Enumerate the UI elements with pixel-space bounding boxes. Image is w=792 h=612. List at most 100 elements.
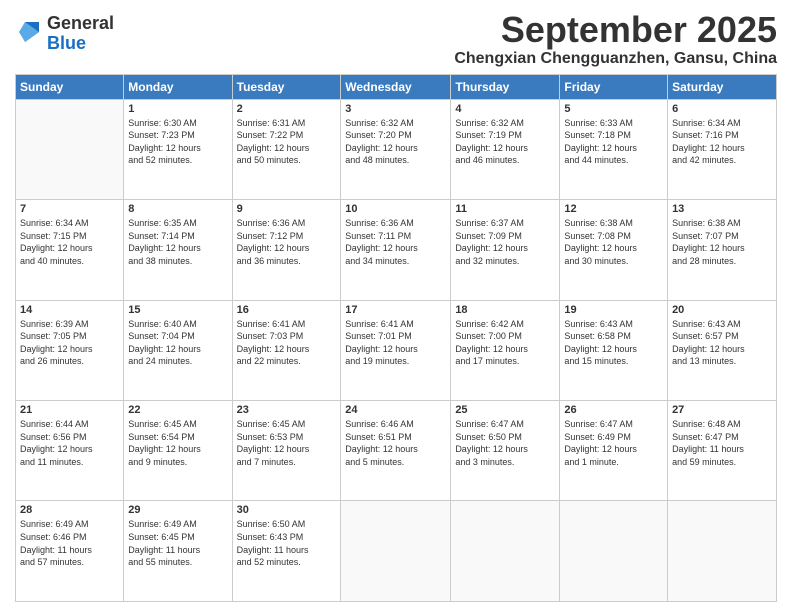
- day-info: Sunrise: 6:42 AM Sunset: 7:00 PM Dayligh…: [455, 318, 555, 368]
- calendar-cell: 26 Sunrise: 6:47 AM Sunset: 6:49 PM Dayli…: [560, 401, 668, 501]
- calendar-cell: 22 Sunrise: 6:45 AM Sunset: 6:54 PM Dayli…: [124, 401, 232, 501]
- logo-general: General: [47, 13, 114, 33]
- calendar-cell: 21Sunrise: 6:44 AM Sunset: 6:56 PM Dayli…: [16, 401, 124, 501]
- calendar-week-0: 1Sunrise: 6:30 AM Sunset: 7:23 PM Daylig…: [16, 99, 777, 199]
- day-info: Sunrise: 6:49 AM Sunset: 6:46 PM Dayligh…: [20, 518, 119, 568]
- calendar-cell: 23Sunrise: 6:45 AM Sunset: 6:53 PM Dayli…: [232, 401, 341, 501]
- day-info: Sunrise: 6:32 AM Sunset: 7:19 PM Dayligh…: [455, 117, 555, 167]
- logo-text: General Blue: [47, 14, 114, 54]
- calendar-week-4: 28 Sunrise: 6:49 AM Sunset: 6:46 PM Dayli…: [16, 501, 777, 602]
- calendar-cell: 25 Sunrise: 6:47 AM Sunset: 6:50 PM Dayli…: [451, 401, 560, 501]
- calendar-cell: 28 Sunrise: 6:49 AM Sunset: 6:46 PM Dayli…: [16, 501, 124, 602]
- calendar-cell: 9 Sunrise: 6:36 AM Sunset: 7:12 PM Daylig…: [232, 200, 341, 300]
- day-number: 30: [237, 504, 337, 516]
- day-info: Sunrise: 6:36 AM Sunset: 7:11 PM Dayligh…: [345, 217, 446, 267]
- day-number: 25: [455, 404, 555, 416]
- day-number: 28: [20, 504, 119, 516]
- month-title: September 2025: [454, 10, 777, 50]
- calendar-cell: 8 Sunrise: 6:35 AM Sunset: 7:14 PM Daylig…: [124, 200, 232, 300]
- day-info: Sunrise: 6:49 AM Sunset: 6:45 PM Dayligh…: [128, 518, 227, 568]
- day-info: Sunrise: 6:34 AM Sunset: 7:15 PM Dayligh…: [20, 217, 119, 267]
- calendar-cell: 12 Sunrise: 6:38 AM Sunset: 7:08 PM Dayli…: [560, 200, 668, 300]
- day-number: 20: [672, 304, 772, 316]
- day-info: Sunrise: 6:41 AM Sunset: 7:01 PM Dayligh…: [345, 318, 446, 368]
- day-number: 26: [564, 404, 663, 416]
- calendar-cell: 7Sunrise: 6:34 AM Sunset: 7:15 PM Daylig…: [16, 200, 124, 300]
- day-number: 4: [455, 103, 555, 115]
- day-number: 27: [672, 404, 772, 416]
- day-header-friday: Friday: [560, 74, 668, 99]
- calendar-cell: 6 Sunrise: 6:34 AM Sunset: 7:16 PM Daylig…: [668, 99, 777, 199]
- day-number: 18: [455, 304, 555, 316]
- calendar-cell: 11Sunrise: 6:37 AM Sunset: 7:09 PM Dayli…: [451, 200, 560, 300]
- day-header-monday: Monday: [124, 74, 232, 99]
- day-number: 2: [237, 103, 337, 115]
- day-info: Sunrise: 6:36 AM Sunset: 7:12 PM Dayligh…: [237, 217, 337, 267]
- day-number: 23: [237, 404, 337, 416]
- day-number: 13: [672, 203, 772, 215]
- calendar-cell: 16Sunrise: 6:41 AM Sunset: 7:03 PM Dayli…: [232, 300, 341, 400]
- day-number: 5: [564, 103, 663, 115]
- day-number: 22: [128, 404, 227, 416]
- day-info: Sunrise: 6:32 AM Sunset: 7:20 PM Dayligh…: [345, 117, 446, 167]
- calendar-cell: [560, 501, 668, 602]
- day-info: Sunrise: 6:43 AM Sunset: 6:58 PM Dayligh…: [564, 318, 663, 368]
- day-number: 12: [564, 203, 663, 215]
- day-info: Sunrise: 6:35 AM Sunset: 7:14 PM Dayligh…: [128, 217, 227, 267]
- logo-icon: [15, 18, 43, 46]
- day-number: 19: [564, 304, 663, 316]
- calendar-cell: [668, 501, 777, 602]
- calendar-cell: 3 Sunrise: 6:32 AM Sunset: 7:20 PM Daylig…: [341, 99, 451, 199]
- calendar-week-3: 21Sunrise: 6:44 AM Sunset: 6:56 PM Dayli…: [16, 401, 777, 501]
- day-info: Sunrise: 6:46 AM Sunset: 6:51 PM Dayligh…: [345, 418, 446, 468]
- calendar-cell: 30Sunrise: 6:50 AM Sunset: 6:43 PM Dayli…: [232, 501, 341, 602]
- day-info: Sunrise: 6:41 AM Sunset: 7:03 PM Dayligh…: [237, 318, 337, 368]
- calendar-cell: 13Sunrise: 6:38 AM Sunset: 7:07 PM Dayli…: [668, 200, 777, 300]
- day-number: 29: [128, 504, 227, 516]
- day-info: Sunrise: 6:34 AM Sunset: 7:16 PM Dayligh…: [672, 117, 772, 167]
- logo: General Blue: [15, 14, 114, 54]
- day-info: Sunrise: 6:47 AM Sunset: 6:50 PM Dayligh…: [455, 418, 555, 468]
- calendar-cell: [341, 501, 451, 602]
- calendar-week-2: 14Sunrise: 6:39 AM Sunset: 7:05 PM Dayli…: [16, 300, 777, 400]
- day-number: 24: [345, 404, 446, 416]
- day-header-tuesday: Tuesday: [232, 74, 341, 99]
- day-header-wednesday: Wednesday: [341, 74, 451, 99]
- title-block: September 2025 Chengxian Chengguanzhen, …: [454, 10, 777, 68]
- calendar-cell: [451, 501, 560, 602]
- calendar-cell: 15Sunrise: 6:40 AM Sunset: 7:04 PM Dayli…: [124, 300, 232, 400]
- day-number: 9: [237, 203, 337, 215]
- day-info: Sunrise: 6:44 AM Sunset: 6:56 PM Dayligh…: [20, 418, 119, 468]
- calendar-cell: 19 Sunrise: 6:43 AM Sunset: 6:58 PM Dayli…: [560, 300, 668, 400]
- day-info: Sunrise: 6:45 AM Sunset: 6:54 PM Dayligh…: [128, 418, 227, 468]
- day-info: Sunrise: 6:33 AM Sunset: 7:18 PM Dayligh…: [564, 117, 663, 167]
- calendar-header-row: SundayMondayTuesdayWednesdayThursdayFrid…: [16, 74, 777, 99]
- page: General Blue September 2025 Chengxian Ch…: [0, 0, 792, 612]
- day-info: Sunrise: 6:43 AM Sunset: 6:57 PM Dayligh…: [672, 318, 772, 368]
- calendar-cell: 2 Sunrise: 6:31 AM Sunset: 7:22 PM Daylig…: [232, 99, 341, 199]
- day-number: 17: [345, 304, 446, 316]
- day-info: Sunrise: 6:31 AM Sunset: 7:22 PM Dayligh…: [237, 117, 337, 167]
- day-info: Sunrise: 6:40 AM Sunset: 7:04 PM Dayligh…: [128, 318, 227, 368]
- day-number: 6: [672, 103, 772, 115]
- day-number: 3: [345, 103, 446, 115]
- calendar-cell: 27Sunrise: 6:48 AM Sunset: 6:47 PM Dayli…: [668, 401, 777, 501]
- day-info: Sunrise: 6:38 AM Sunset: 7:08 PM Dayligh…: [564, 217, 663, 267]
- calendar-cell: 10Sunrise: 6:36 AM Sunset: 7:11 PM Dayli…: [341, 200, 451, 300]
- day-header-saturday: Saturday: [668, 74, 777, 99]
- day-number: 11: [455, 203, 555, 215]
- calendar-table: SundayMondayTuesdayWednesdayThursdayFrid…: [15, 74, 777, 602]
- calendar-cell: 24 Sunrise: 6:46 AM Sunset: 6:51 PM Dayli…: [341, 401, 451, 501]
- calendar-cell: [16, 99, 124, 199]
- calendar-cell: 4 Sunrise: 6:32 AM Sunset: 7:19 PM Daylig…: [451, 99, 560, 199]
- calendar-cell: 18 Sunrise: 6:42 AM Sunset: 7:00 PM Dayli…: [451, 300, 560, 400]
- day-number: 8: [128, 203, 227, 215]
- calendar-cell: 29 Sunrise: 6:49 AM Sunset: 6:45 PM Dayli…: [124, 501, 232, 602]
- day-info: Sunrise: 6:39 AM Sunset: 7:05 PM Dayligh…: [20, 318, 119, 368]
- logo-blue: Blue: [47, 33, 86, 53]
- calendar-cell: 14Sunrise: 6:39 AM Sunset: 7:05 PM Dayli…: [16, 300, 124, 400]
- location-title: Chengxian Chengguanzhen, Gansu, China: [454, 50, 777, 68]
- header: General Blue September 2025 Chengxian Ch…: [15, 10, 777, 68]
- day-header-sunday: Sunday: [16, 74, 124, 99]
- day-info: Sunrise: 6:47 AM Sunset: 6:49 PM Dayligh…: [564, 418, 663, 468]
